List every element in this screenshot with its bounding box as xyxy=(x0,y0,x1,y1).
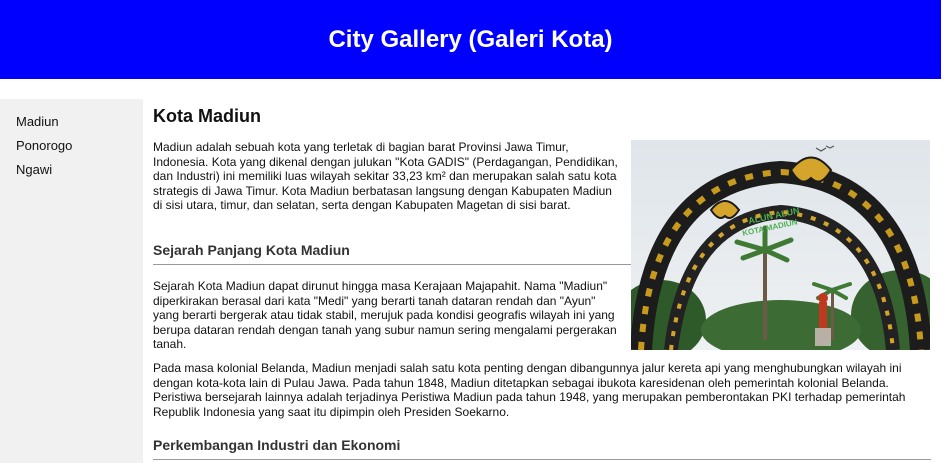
intro-paragraph: Madiun adalah sebuah kota yang terletak … xyxy=(153,140,618,212)
page-title: Kota Madiun xyxy=(153,106,261,126)
site-title: City Gallery (Galeri Kota) xyxy=(328,25,613,53)
section-heading-industry: Perkembangan Industri dan Ekonomi xyxy=(153,437,931,460)
history-paragraph-1: Sejarah Kota Madiun dapat dirunut hingga… xyxy=(153,279,617,351)
sidebar: Madiun Ponorogo Ngawi xyxy=(0,99,143,463)
main-content: Kota Madiun Madiun adalah sebuah kota ya… xyxy=(153,99,944,460)
sidebar-item-madiun[interactable]: Madiun xyxy=(16,110,143,134)
sidebar-item-ponorogo[interactable]: Ponorogo xyxy=(16,134,143,158)
alun-alun-arch-image: ALUN ALUN KOTA MADIUN xyxy=(616,140,944,360)
city-photo: ALUN ALUN KOTA MADIUN xyxy=(616,140,944,360)
section-heading-history: Sejarah Panjang Kota Madiun xyxy=(153,242,631,265)
sidebar-list: Madiun Ponorogo Ngawi xyxy=(0,99,143,182)
page-header: City Gallery (Galeri Kota) xyxy=(0,0,941,79)
sidebar-item-ngawi[interactable]: Ngawi xyxy=(16,158,143,182)
history-paragraph-2: Pada masa kolonial Belanda, Madiun menja… xyxy=(153,361,906,419)
